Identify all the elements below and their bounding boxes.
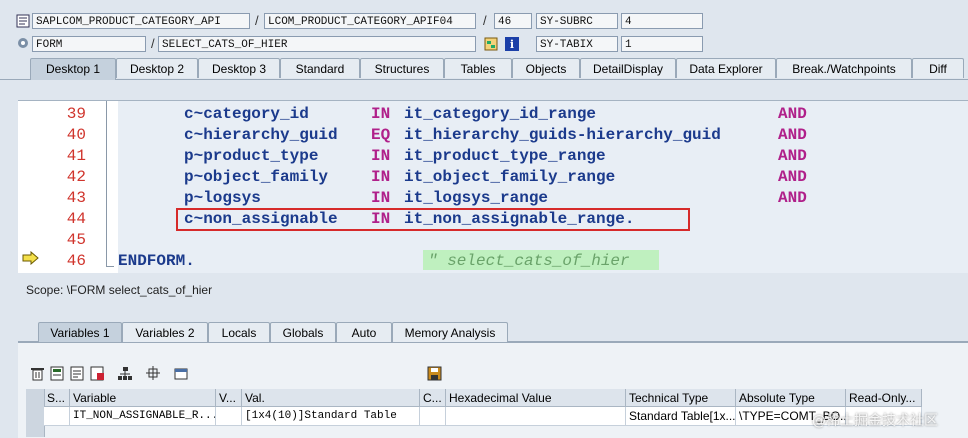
code-comment: " select_cats_of_hier <box>428 252 630 270</box>
highlight-box <box>176 208 690 231</box>
tab-desktop-2[interactable]: Desktop 2 <box>116 58 198 78</box>
line-number: 41 <box>66 147 86 165</box>
sy-subrc-label: SY-SUBRC <box>536 13 618 29</box>
line-number: 40 <box>66 126 86 144</box>
main-tab-bar: Desktop 1 Desktop 2 Desktop 3 Standard S… <box>0 58 968 80</box>
code-operator: IN <box>371 105 391 123</box>
source-editor[interactable]: 39 40 41 42 43 44 45 46 c~category_id IN… <box>18 100 968 273</box>
code-and: AND <box>778 126 807 144</box>
cell-technical-type[interactable]: Standard Table[1x... <box>626 407 736 426</box>
code-range: it_logsys_range <box>404 189 549 207</box>
delete-icon[interactable] <box>30 366 45 381</box>
code-field: p~object_family <box>184 168 329 186</box>
code-range: it_hierarchy_guids-hierarchy_guid <box>404 126 721 144</box>
col-header-value[interactable]: Val. <box>242 389 420 407</box>
code-and: AND <box>778 189 807 207</box>
copy-icon[interactable] <box>70 366 85 381</box>
tab-variables-1[interactable]: Variables 1 <box>38 322 122 344</box>
col-header-technical-type[interactable]: Technical Type <box>626 389 736 407</box>
tab-locals[interactable]: Locals <box>208 322 270 342</box>
tab-baseline <box>0 79 968 80</box>
col-header-read-only[interactable]: Read-Only... <box>846 389 922 407</box>
sy-tabix-value[interactable]: 1 <box>621 36 703 52</box>
tab-variables-2[interactable]: Variables 2 <box>122 322 208 342</box>
separator: / <box>255 13 259 28</box>
code-field: p~logsys <box>184 189 261 207</box>
code-and: AND <box>778 168 807 186</box>
tab-desktop-3[interactable]: Desktop 3 <box>198 58 280 78</box>
form-icon <box>16 36 30 50</box>
tab-standard[interactable]: Standard <box>280 58 360 78</box>
insert-icon[interactable] <box>50 366 65 381</box>
structure-icon[interactable] <box>484 37 498 51</box>
info-icon[interactable]: i <box>505 37 519 51</box>
tab-structures[interactable]: Structures <box>360 58 444 78</box>
col-header-variable[interactable]: Variable <box>70 389 216 407</box>
code-range: it_product_type_range <box>404 147 606 165</box>
details-icon[interactable] <box>174 366 189 381</box>
gutter-line <box>106 101 107 266</box>
col-header-absolute-type[interactable]: Absolute Type <box>736 389 846 407</box>
col-header-hex[interactable]: Hexadecimal Value <box>446 389 626 407</box>
save-variables-icon[interactable] <box>90 366 105 381</box>
cell-v[interactable] <box>216 407 242 426</box>
scope-text: Scope: \FORM select_cats_of_hier <box>26 283 213 297</box>
tab-desktop-1[interactable]: Desktop 1 <box>30 58 116 80</box>
tab-tables[interactable]: Tables <box>444 58 512 78</box>
code-range: it_category_id_range <box>404 105 597 123</box>
sy-tabix-label: SY-TABIX <box>536 36 618 52</box>
code-field: c~hierarchy_guid <box>184 126 338 144</box>
line-number: 42 <box>66 168 86 186</box>
tab-breakpoints[interactable]: Break./Watchpoints <box>776 58 912 78</box>
svg-text:i: i <box>510 38 514 51</box>
save-icon[interactable] <box>427 366 442 381</box>
col-header-v[interactable]: V... <box>216 389 242 407</box>
watermark: @稀土掘金技术社区 <box>812 413 938 429</box>
cell-c[interactable] <box>420 407 446 426</box>
code-endform: ENDFORM. <box>118 252 195 270</box>
col-header-c[interactable]: C... <box>420 389 446 407</box>
code-field: c~category_id <box>184 105 309 123</box>
separator: / <box>151 36 155 51</box>
line-number: 46 <box>66 252 86 270</box>
cell-value[interactable]: [1x4(10)]Standard Table <box>242 407 420 426</box>
code-and: AND <box>778 147 807 165</box>
code-field: p~product_type <box>184 147 319 165</box>
line-number: 39 <box>66 105 86 123</box>
tab-auto[interactable]: Auto <box>336 322 392 342</box>
col-header-s[interactable]: S... <box>44 389 70 407</box>
code-operator: EQ <box>371 126 391 144</box>
code-operator: IN <box>371 147 391 165</box>
code-and: AND <box>778 105 807 123</box>
line-field[interactable]: 46 <box>494 13 532 29</box>
cell-s[interactable] <box>44 407 70 426</box>
line-number: 45 <box>66 231 86 249</box>
gutter-line-end <box>106 266 114 267</box>
row-selector-column[interactable] <box>26 389 45 437</box>
separator: / <box>483 13 487 28</box>
code-range: it_object_family_range <box>404 168 616 186</box>
cell-hex[interactable] <box>446 407 626 426</box>
tab-globals[interactable]: Globals <box>270 322 336 342</box>
event-type-field[interactable]: FORM <box>32 36 146 52</box>
tab-objects[interactable]: Objects <box>512 58 580 78</box>
line-number: 44 <box>66 210 86 228</box>
hierarchy-icon[interactable] <box>118 366 133 381</box>
sy-subrc-value[interactable]: 4 <box>621 13 703 29</box>
tab-diff[interactable]: Diff <box>912 58 964 78</box>
tab-memory-analysis[interactable]: Memory Analysis <box>392 322 508 342</box>
line-number: 43 <box>66 189 86 207</box>
code-operator: IN <box>371 189 391 207</box>
tab-detail-display[interactable]: DetailDisplay <box>580 58 676 78</box>
code-operator: IN <box>371 168 391 186</box>
program-field[interactable]: SAPLCOM_PRODUCT_CATEGORY_API <box>32 13 250 29</box>
event-name-field[interactable]: SELECT_CATS_OF_HIER <box>158 36 476 52</box>
tab-data-explorer[interactable]: Data Explorer <box>676 58 776 78</box>
navigate-icon[interactable] <box>146 366 161 381</box>
include-field[interactable]: LCOM_PRODUCT_CATEGORY_APIF04 <box>264 13 476 29</box>
current-line-arrow-icon <box>22 250 40 268</box>
program-icon <box>16 14 30 28</box>
cell-variable[interactable]: IT_NON_ASSIGNABLE_R... <box>70 407 216 426</box>
